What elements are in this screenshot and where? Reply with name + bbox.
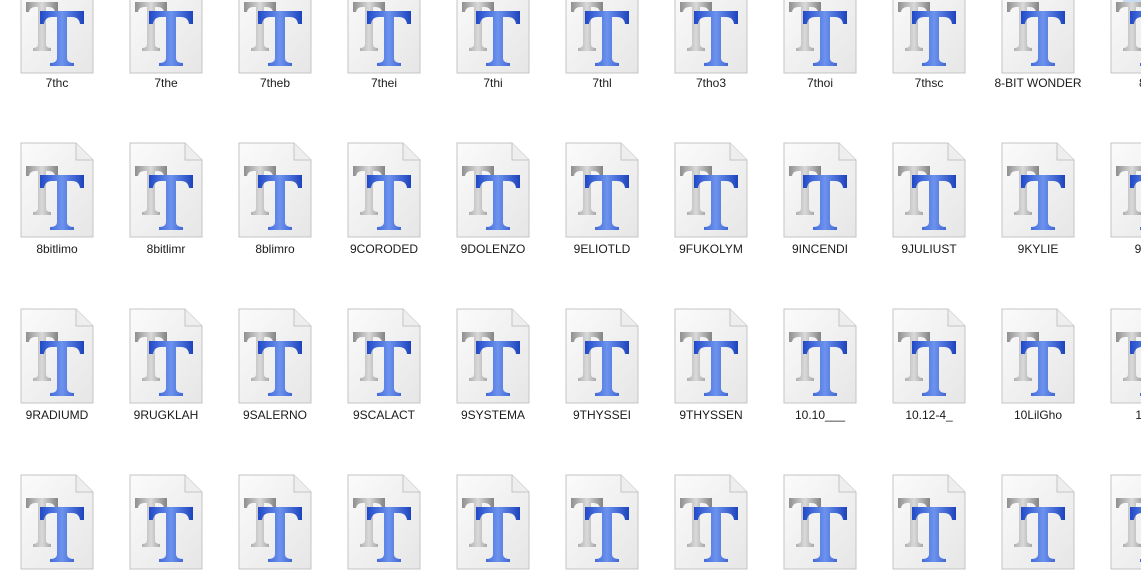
font-file-icon: [347, 142, 421, 238]
font-file-icon: [1110, 142, 1141, 238]
file-name-label: 9FUKOLYM: [679, 242, 743, 256]
file-name-label: 10LilGho: [1013, 408, 1063, 422]
font-file-icon: [565, 474, 639, 570]
font-file-icon: [456, 308, 530, 404]
font-file-icon: [129, 474, 203, 570]
font-file-icon: [20, 308, 94, 404]
font-file-icon: [1001, 474, 1075, 570]
font-file-icon: [783, 474, 857, 570]
font-file-icon: [1001, 308, 1075, 404]
file-name-label: 9RADIUMD: [25, 408, 89, 422]
file-name-label: 9THYSSEN: [679, 408, 743, 422]
font-file-icon: [129, 142, 203, 238]
font-file-icon: [565, 142, 639, 238]
file-name-label: 9RUGKLAH: [133, 408, 199, 422]
file-name-label: 8bitlimr: [146, 242, 186, 256]
file-item[interactable]: [555, 0, 655, 570]
file-name-label: 8bitlimo: [36, 242, 78, 256]
font-file-icon: [238, 308, 312, 404]
file-name-label: 9ELIOTLD: [573, 242, 631, 256]
font-file-icon: [238, 142, 312, 238]
file-item[interactable]: [1100, 0, 1141, 570]
font-file-icon: [674, 142, 748, 238]
file-item[interactable]: [664, 0, 764, 570]
file-name-label: 10.12-4_: [905, 408, 953, 422]
font-file-icon: [674, 308, 748, 404]
file-name-label: 9JULIUST: [901, 242, 957, 256]
explorer-file-view: { "file_view": { "rows": [ ["7thc","7the…: [0, 0, 1141, 570]
file-item[interactable]: [119, 0, 219, 570]
file-name-label: 10.10___: [794, 408, 846, 422]
font-file-icon: [456, 474, 530, 570]
file-name-label: 9THYSSEI: [572, 408, 632, 422]
font-file-icon: [20, 142, 94, 238]
font-file-icon: [20, 474, 94, 570]
file-name-label: 9DOLENZO: [460, 242, 526, 256]
file-item[interactable]: [446, 0, 546, 570]
scroll-edge: [1123, 0, 1141, 2]
font-file-icon: [783, 308, 857, 404]
font-file-icon: [347, 474, 421, 570]
file-item[interactable]: [991, 0, 1091, 570]
font-file-icon: [1110, 308, 1141, 404]
file-name-label: 9SALERNO: [242, 408, 308, 422]
file-name-label: 9CORODED: [349, 242, 418, 256]
font-file-icon: [1110, 474, 1141, 570]
file-name-label: 9KYLIE: [1017, 242, 1059, 256]
file-name-label: 8blimro: [255, 242, 295, 256]
font-file-icon: [892, 142, 966, 238]
font-file-icon: [238, 474, 312, 570]
font-file-icon: [565, 308, 639, 404]
font-file-icon: [892, 474, 966, 570]
file-name-label: 10M: [1135, 408, 1141, 422]
file-name-label: 9NO: [1134, 242, 1141, 256]
file-item[interactable]: [337, 0, 437, 570]
font-file-icon: [674, 474, 748, 570]
file-name-label: 9INCENDI: [791, 242, 848, 256]
file-item[interactable]: [882, 0, 982, 570]
file-item[interactable]: [773, 0, 873, 570]
file-item[interactable]: [10, 0, 110, 570]
font-file-icon: [783, 142, 857, 238]
file-name-label: 9SYSTEMA: [460, 408, 526, 422]
font-file-icon: [347, 308, 421, 404]
font-file-icon: [129, 308, 203, 404]
file-item[interactable]: [228, 0, 328, 570]
font-file-icon: [1001, 142, 1075, 238]
font-file-icon: [892, 308, 966, 404]
file-grid: 7thc 7the 7theb 7thei 7thi 7thl 7tho3 7thoi 7ths…: [0, 0, 1141, 570]
font-file-icon: [456, 142, 530, 238]
file-name-label: 9SCALACT: [352, 408, 416, 422]
